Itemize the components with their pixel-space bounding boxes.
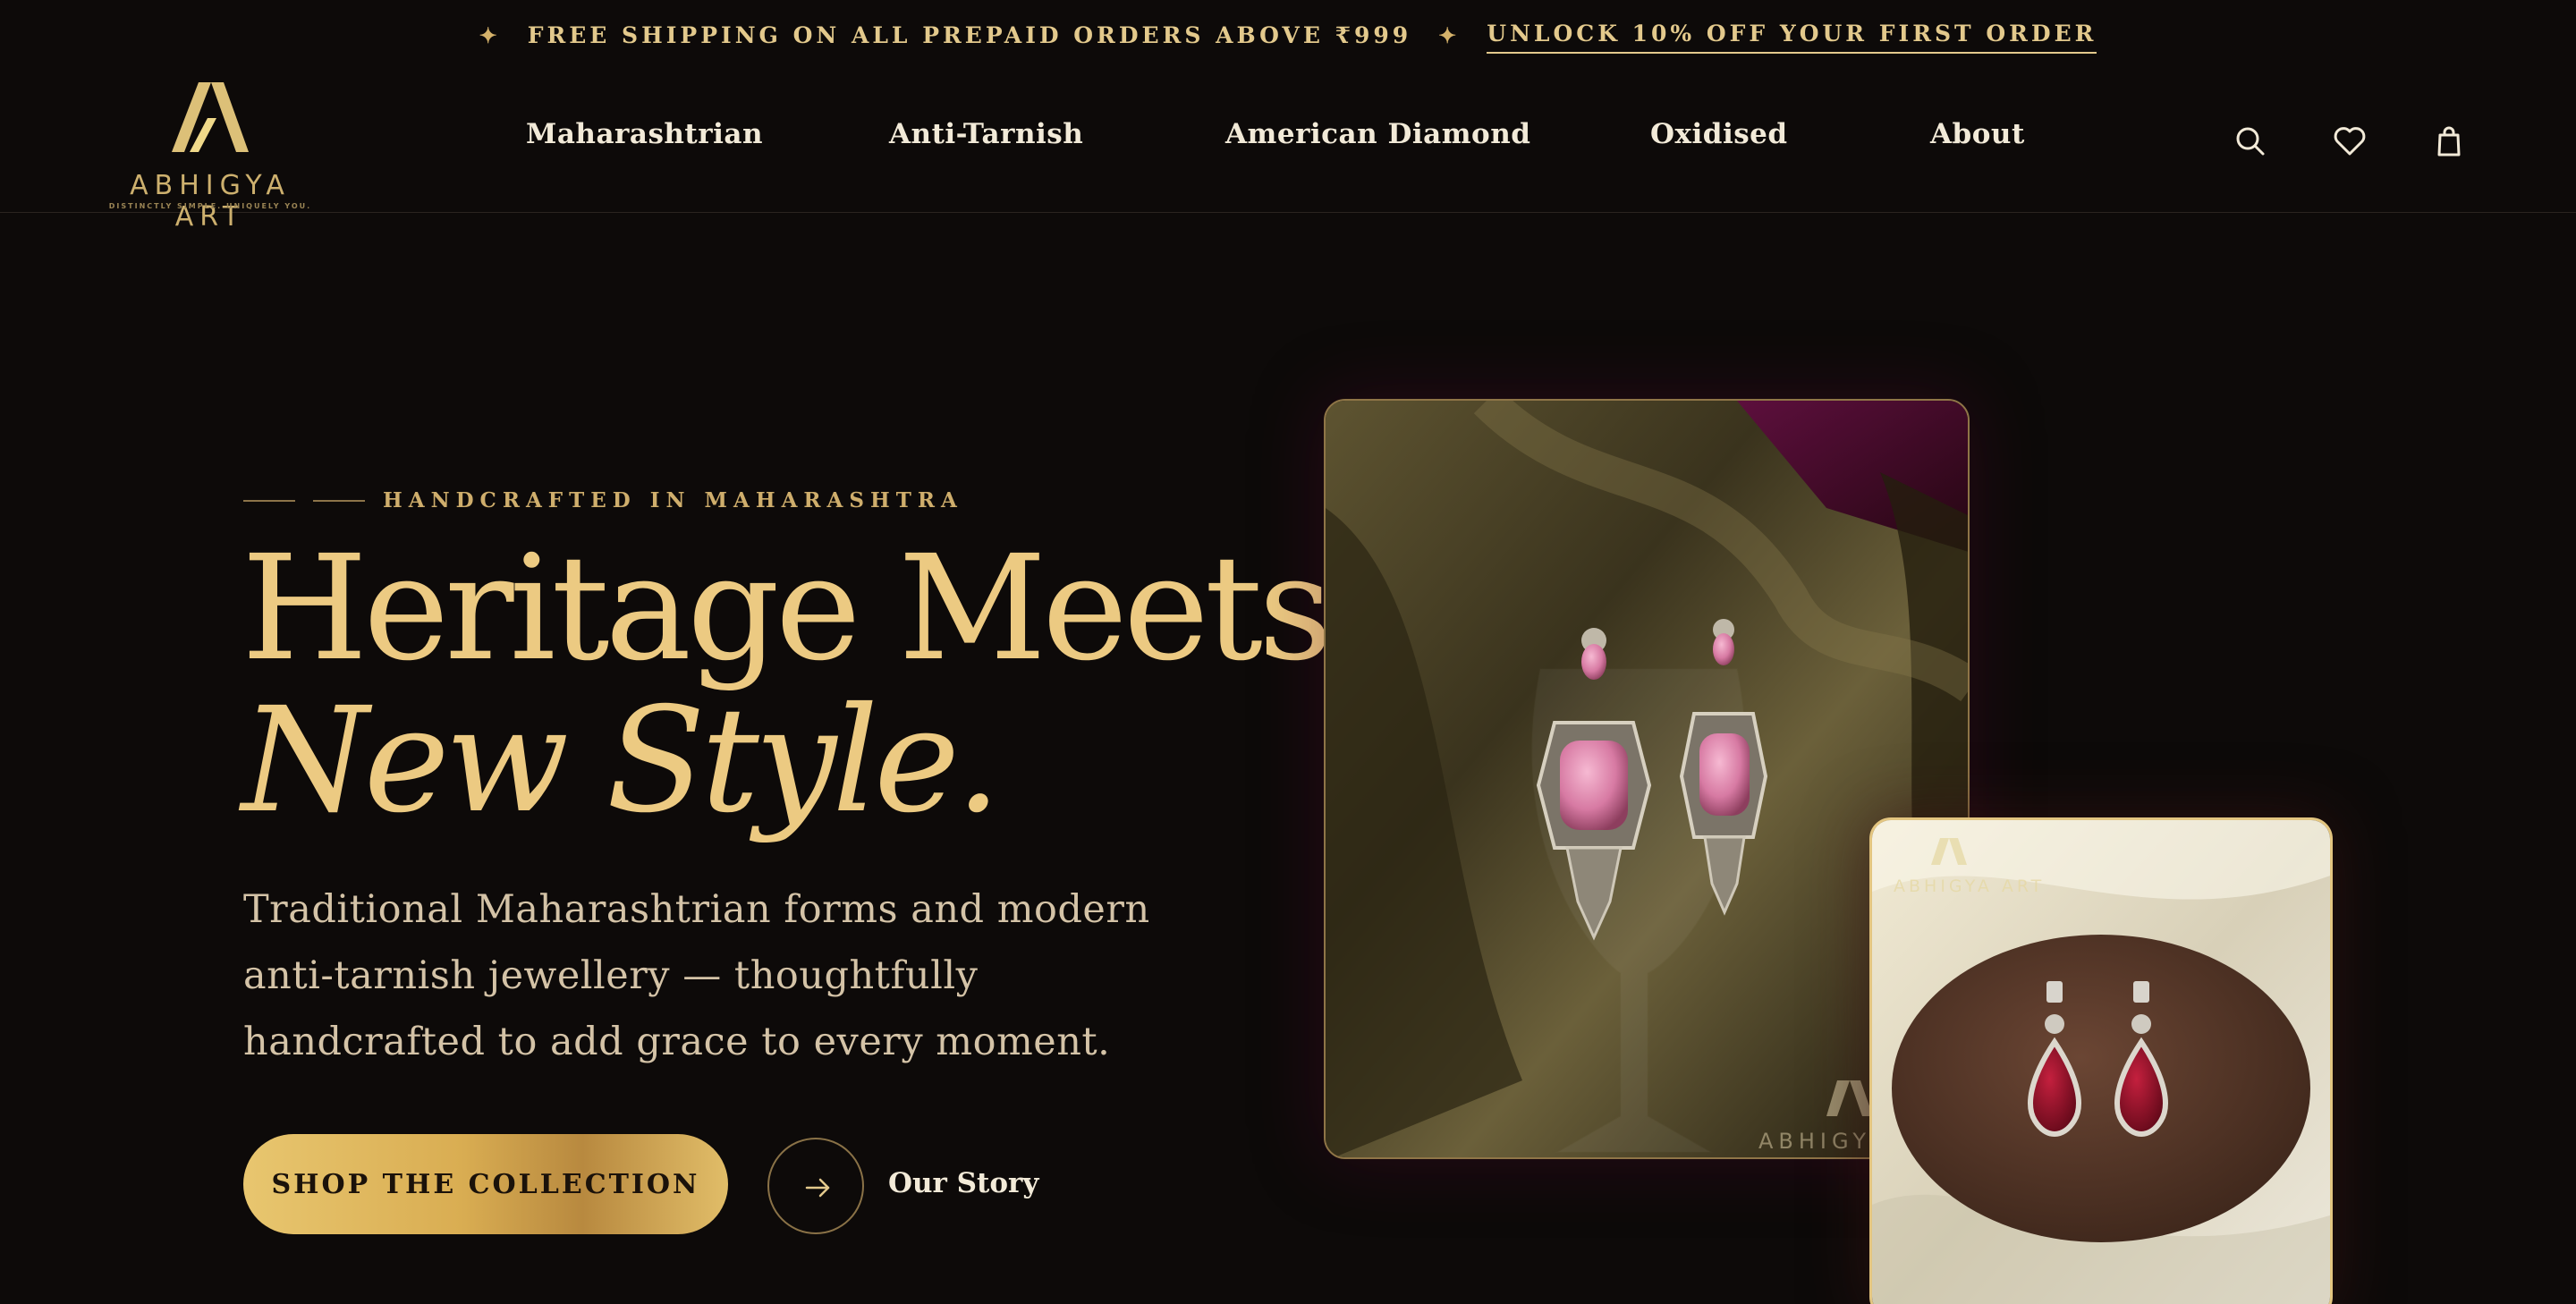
hero-description: Traditional Maharashtrian forms and mode… [243,887,1150,1064]
announcement-bar: ✦ FREE SHIPPING ON ALL PREPAID ORDERS AB… [0,0,2576,70]
heart-icon[interactable] [2332,123,2368,159]
our-story-arrow-button[interactable] [767,1138,864,1234]
site-header: ABHIGYA ART DISTINCTLY SIMPLE. UNIQUELY … [0,70,2576,233]
main-nav: Maharashtrian Anti-Tarnish American Diam… [0,70,2576,213]
free-shipping-text: FREE SHIPPING ON ALL PREPAID ORDERS ABOV… [527,21,1412,48]
sparkle-icon: ✦ [479,21,501,48]
nav-item-american-diamond[interactable]: American Diamond [1225,118,1530,150]
shop-collection-button[interactable]: SHOP THE COLLECTION [243,1134,728,1234]
nav-item-anti-tarnish[interactable]: Anti-Tarnish [889,118,1083,150]
nav-item-about[interactable]: About [1930,118,2025,150]
divider-line [313,499,365,502]
our-story-link[interactable]: Our Story [888,1167,1038,1199]
first-order-offer-link[interactable]: UNLOCK 10% OFF YOUR FIRST ORDER [1487,21,2097,54]
search-icon[interactable] [2233,123,2268,159]
hero-product-image-secondary: ABHIGYA ART [1869,817,2333,1304]
hero-headline-line1: Heritage Meets [242,525,1333,693]
nav-item-oxidised[interactable]: Oxidised [1650,118,1788,150]
divider-line [243,499,295,502]
arrow-right-icon [805,1178,830,1198]
hero-headline-line2: New Style. [242,677,1002,845]
eyebrow-text: HANDCRAFTED IN MAHARASHTRA [383,488,963,512]
shopping-bag-icon[interactable] [2431,123,2467,159]
secondary-image-watermark: ABHIGYA ART [1894,876,2045,896]
sparkle-icon: ✦ [1438,21,1461,48]
hero-eyebrow: HANDCRAFTED IN MAHARASHTRA [243,488,963,512]
nav-item-maharashtrian[interactable]: Maharashtrian [526,118,763,150]
